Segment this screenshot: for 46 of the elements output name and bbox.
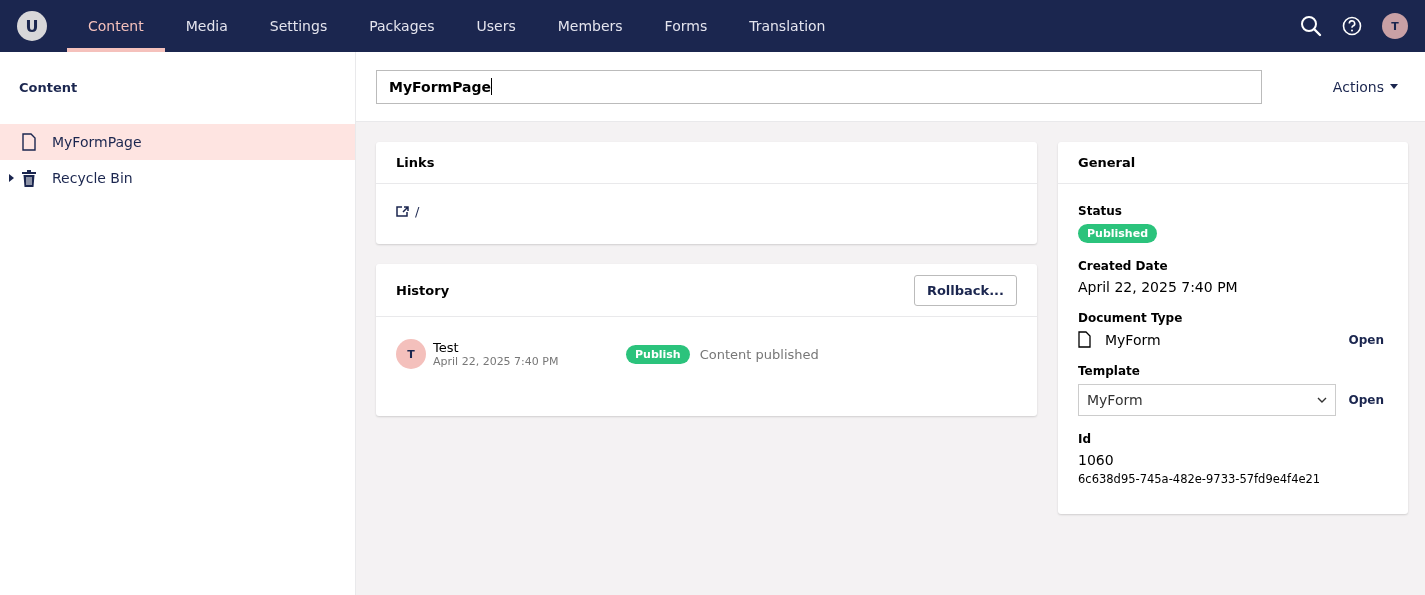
external-link-icon <box>396 205 409 217</box>
guid-value: 6c638d95-745a-482e-9733-57fd9e4f4e21 <box>1078 472 1321 486</box>
entry-date: April 22, 2025 7:40 PM <box>433 355 560 368</box>
field-label: Status <box>1078 204 1122 218</box>
nav-tab[interactable]: Settings <box>248 0 349 52</box>
entry-message: Content published <box>699 346 819 362</box>
field-label: Id <box>1078 432 1092 446</box>
search-icon[interactable] <box>1300 15 1322 37</box>
nav-tab[interactable]: Media <box>164 0 249 52</box>
card-title: Links <box>396 155 435 170</box>
tree-item[interactable]: Recycle Bin <box>0 160 355 196</box>
chevron-icon <box>1317 397 1327 403</box>
template-select[interactable]: MyForm <box>1078 384 1336 416</box>
trash-icon <box>22 169 36 187</box>
name-input[interactable]: MyFormPage <box>376 69 1262 104</box>
rollback-button[interactable]: Rollback... <box>913 274 1017 306</box>
card-title: General <box>1078 155 1136 170</box>
nav-tab[interactable]: Users <box>455 0 537 52</box>
field-label: Document Type <box>1078 311 1183 325</box>
nav-tab[interactable]: Members <box>536 0 644 52</box>
user-avatar[interactable]: T <box>1382 13 1408 39</box>
page-link[interactable]: / <box>415 203 420 219</box>
logo-icon[interactable]: U <box>17 11 47 41</box>
field-label: Created Date <box>1078 259 1168 273</box>
tree-item[interactable]: MyFormPage <box>0 124 355 160</box>
help-icon[interactable] <box>1342 16 1362 36</box>
status-badge: Publish <box>626 344 690 364</box>
expand-caret-icon[interactable] <box>8 174 14 182</box>
created-date: April 22, 2025 7:40 PM <box>1078 279 1238 295</box>
document-icon <box>22 133 36 151</box>
id-value: 1060 <box>1078 452 1114 468</box>
nav-tab[interactable]: Forms <box>643 0 729 52</box>
user-avatar: T <box>396 339 426 369</box>
document-type: MyForm <box>1105 331 1161 348</box>
nav-tab[interactable]: Translation <box>728 0 847 52</box>
open-link[interactable]: Open <box>1348 332 1388 347</box>
card-title: History <box>396 282 450 298</box>
open-link[interactable]: Open <box>1348 393 1388 407</box>
status-badge: Published <box>1078 224 1158 243</box>
user-name: Test <box>433 340 460 355</box>
sidebar-title: Content <box>18 79 79 97</box>
caret-icon <box>1390 84 1398 89</box>
actions-button[interactable]: Actions <box>1325 78 1405 95</box>
document-icon <box>1078 331 1091 348</box>
nav-tab[interactable]: Packages <box>348 0 456 52</box>
field-label: Template <box>1078 364 1140 378</box>
